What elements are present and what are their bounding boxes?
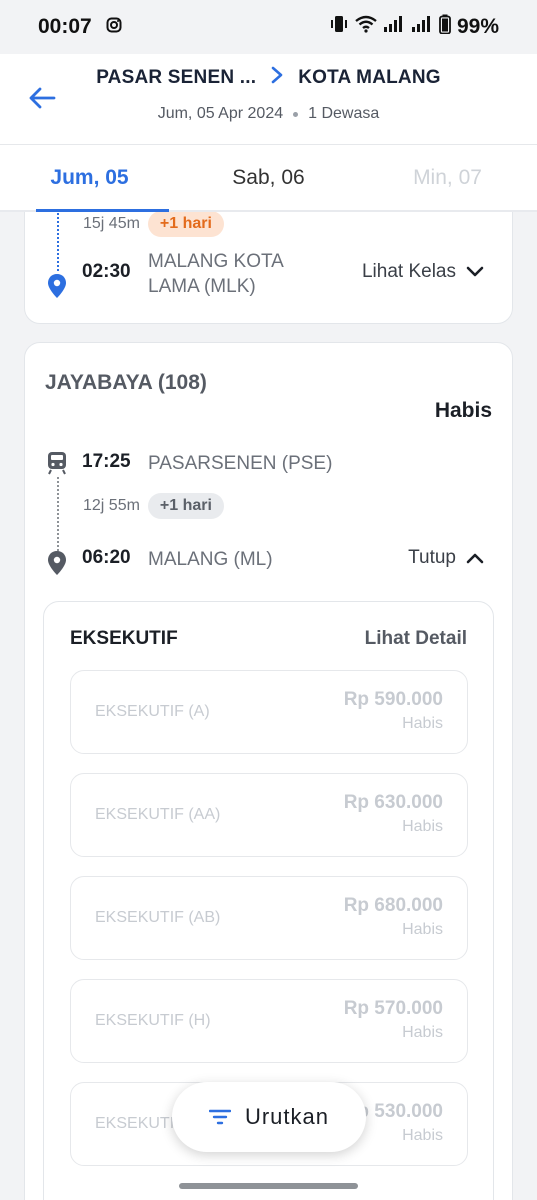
departure-station: PASARSENEN (PSE) [148,453,333,474]
arrival-station-line2: LAMA (MLK) [148,276,256,297]
class-option-status: Habis [402,818,443,835]
class-title: EKSEKUTIF [70,628,178,649]
sort-button[interactable]: Urutkan [172,1082,366,1152]
class-option-name: EKSEKUTIF (A) [95,703,210,720]
class-option[interactable]: EKSEKUTIF (AA) Rp 630.000 Habis [70,773,468,857]
trip-duration: 15j 45m [83,215,140,232]
view-class-label: Lihat Kelas [361,261,456,282]
chevron-up-icon [466,553,484,564]
trip-duration: 12j 55m [83,497,140,514]
train-name: JAYABAYA (108) [45,371,207,394]
arrival-time: 02:30 [82,261,131,282]
status-time: 00:07 [38,15,92,38]
availability-status: Habis [434,399,492,422]
class-option-price: Rp 570.000 [343,998,443,1019]
trip-info: Jum, 05 Apr 2024 1 Dewasa [0,105,537,123]
tab-date-3[interactable]: Min, 07 [358,145,537,210]
battery-icon [439,14,451,40]
status-bar: 00:07 99% [0,0,537,54]
class-option-price: Rp 630.000 [343,792,443,813]
route-line [57,477,59,551]
sort-label: Urutkan [244,1104,330,1129]
next-day-badge: +1 hari [147,493,224,519]
collapse-label: Tutup [408,547,456,568]
route-title: PASAR SENEN ... KOTA MALANG [0,66,537,90]
view-detail-link[interactable]: Lihat Detail [365,628,467,650]
class-option[interactable]: EKSEKUTIF (A) Rp 590.000 Habis [70,670,468,754]
departure-time: 17:25 [82,451,131,472]
passenger-count: 1 Dewasa [308,105,380,122]
chevron-right-icon [270,66,284,90]
collapse-button[interactable]: Tutup [408,547,484,569]
signal-icon-2 [411,15,433,39]
arrival-station: MALANG KOTA LAMA (MLK) [148,249,284,299]
vibrate-icon [329,14,349,40]
arrival-station-line1: MALANG KOTA [148,251,284,272]
class-option-name: EKSEKUTIF [95,1115,184,1132]
arrival-time: 06:20 [82,547,131,568]
class-option-name: EKSEKUTIF (H) [95,1012,211,1029]
home-indicator[interactable] [179,1183,358,1189]
class-option-name: EKSEKUTIF (AB) [95,909,221,926]
class-option-status: Habis [402,1024,443,1041]
location-pin-icon [47,273,67,304]
origin-station: PASAR SENEN ... [96,67,257,88]
tab-date-2[interactable]: Sab, 06 [179,145,358,210]
signal-icon-1 [383,15,405,39]
train-icon [46,451,68,480]
class-option[interactable]: EKSEKUTIF (AB) Rp 680.000 Habis [70,876,468,960]
class-option-status: Habis [402,1127,443,1144]
arrival-station: MALANG (ML) [148,549,273,570]
location-pin-icon [47,550,67,581]
destination-station: KOTA MALANG [298,67,441,88]
class-option-status: Habis [402,921,443,938]
class-option-price: Rp 590.000 [343,689,443,710]
view-class-button[interactable]: Lihat Kelas [362,261,484,283]
instagram-icon [106,15,122,39]
battery-percent: 99% [456,15,499,38]
train-card-jayabaya[interactable]: JAYABAYA (108) Habis 17:25 PASARSENEN (P… [24,342,513,1200]
date-tabs: Jum, 05 Sab, 06 Min, 07 [0,144,537,212]
class-option[interactable]: EKSEKUTIF (H) Rp 570.000 Habis [70,979,468,1063]
sort-icon [208,1109,231,1125]
wifi-icon [355,15,377,39]
trip-date: Jum, 05 Apr 2024 [157,105,284,122]
next-day-badge: +1 hari [147,211,224,237]
class-option-status: Habis [402,715,443,732]
train-card-previous[interactable]: 15j 45m +1 hari 02:30 MALANG KOTA LAMA (… [24,200,513,324]
class-option-price: Rp 680.000 [343,895,443,916]
chevron-down-icon [466,266,484,277]
tab-date-1[interactable]: Jum, 05 [0,145,179,212]
separator-dot [293,111,299,117]
class-option-name: EKSEKUTIF (AA) [95,806,221,823]
header: PASAR SENEN ... KOTA MALANG Jum, 05 Apr … [0,54,537,144]
